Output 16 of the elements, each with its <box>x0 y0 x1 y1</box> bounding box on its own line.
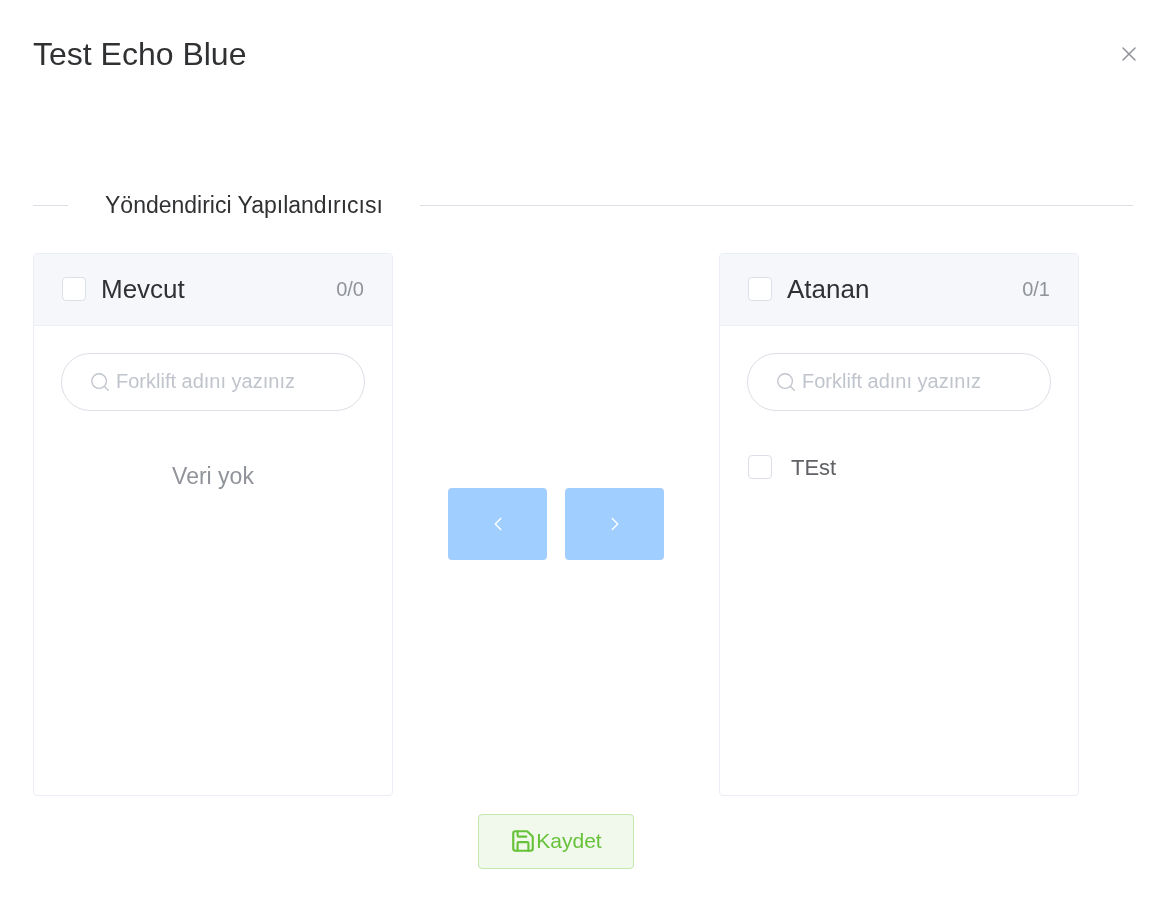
search-icon <box>89 370 111 393</box>
select-all-checkbox[interactable] <box>748 277 772 301</box>
item-count: 0/1 <box>1022 277 1050 302</box>
item-count: 0/0 <box>336 277 364 302</box>
section-title: Yöndendirici Yapılandırıcısı <box>104 191 384 220</box>
search-icon <box>775 370 797 393</box>
empty-text: Veri yok <box>172 461 254 491</box>
save-icon <box>510 828 537 854</box>
item-checkbox[interactable] <box>748 455 772 479</box>
search-field[interactable]: Forklift adını yazınız <box>747 352 1051 411</box>
list-item[interactable]: TEst <box>791 450 837 484</box>
select-all-checkbox[interactable] <box>62 277 86 301</box>
panel-title: Mevcut <box>101 272 185 306</box>
dialog-title: Test Echo Blue <box>33 35 247 74</box>
panel-title: Atanan <box>787 272 870 306</box>
search-field[interactable]: Forklift adını yazınız <box>61 352 365 411</box>
